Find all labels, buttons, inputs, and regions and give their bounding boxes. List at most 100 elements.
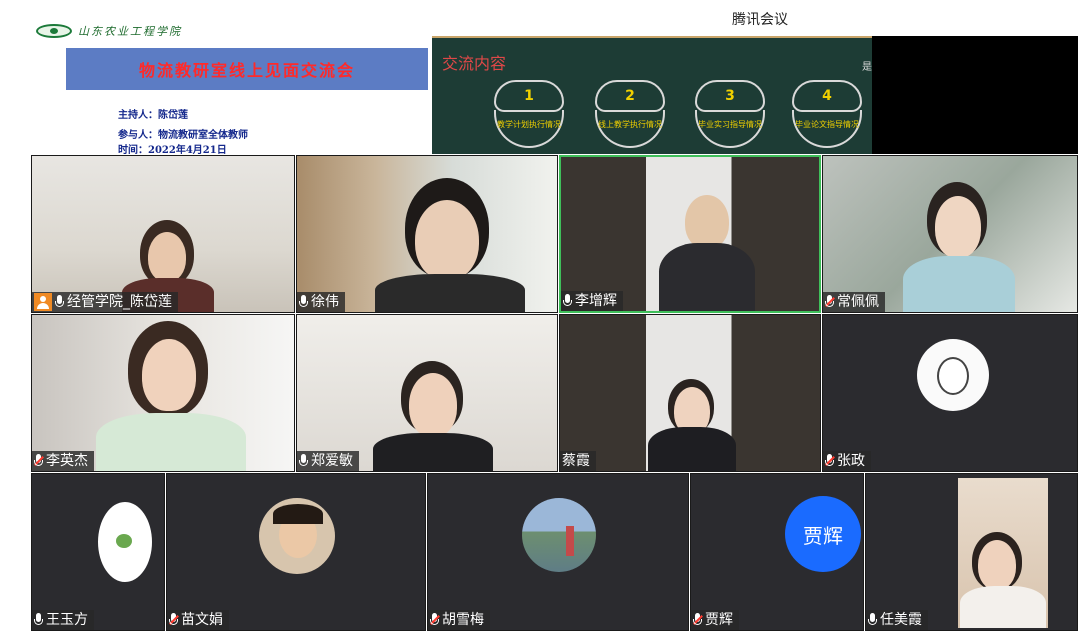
topic-number: 4 [792, 80, 862, 112]
participant-name-tag: 常佩佩 [823, 292, 885, 312]
participant-name-tag: 蔡霞 [560, 451, 596, 471]
participant-name-tag: 徐伟 [297, 292, 345, 312]
topic-number: 3 [695, 80, 765, 112]
participant-name-tag: 李英杰 [32, 451, 94, 471]
video-tile-no-camera[interactable]: 王玉方 [31, 473, 165, 631]
microphone-muted-icon [430, 613, 440, 627]
participant-name-tag: 王玉方 [32, 610, 94, 630]
topic-label: 线上教学执行情况 [595, 110, 665, 148]
video-tile-no-camera[interactable]: 苗文娟 [166, 473, 426, 631]
microphone-icon [299, 454, 308, 468]
topic-label: 毕业实习指导情况 [695, 110, 765, 148]
participant-name-tag: 郑爱敏 [297, 451, 359, 471]
microphone-muted-icon [825, 454, 835, 468]
host-icon [34, 293, 52, 311]
child-hair [273, 504, 323, 524]
agenda-topic: 1 教学计划执行情况 [494, 80, 564, 150]
participant-name-tag: 任美霞 [866, 610, 928, 630]
participant-name-tag: 胡雪梅 [428, 610, 490, 630]
microphone-icon [299, 295, 308, 309]
participant-avatar [522, 498, 596, 572]
video-tile-no-camera[interactable]: 张政 [822, 314, 1078, 472]
participant-name-tag: 李增辉 [561, 291, 623, 311]
participant-avatar [917, 339, 989, 411]
microphone-muted-icon [34, 454, 44, 468]
participants-line: 参与人：物流教研室全体教师 [118, 130, 248, 141]
school-logo-icon [36, 24, 72, 38]
video-tile[interactable]: 常佩佩 [822, 155, 1078, 313]
participant-name: 胡雪梅 [442, 612, 484, 628]
leaf-icon [116, 534, 132, 548]
video-tile-no-camera[interactable]: 贾辉 贾辉 [690, 473, 864, 631]
participant-name: 王玉方 [46, 612, 88, 628]
participant-face [685, 195, 729, 249]
topic-label: 毕业论文指导情况 [792, 110, 862, 148]
participant-face [978, 540, 1016, 590]
shared-slide-cover: 山东农业工程学院 物流教研室线上见面交流会 主持人：陈岱莲 参与人：物流教研室全… [30, 10, 430, 158]
microphone-muted-icon [693, 613, 703, 627]
participant-avatar [259, 498, 335, 574]
participant-name-tag: 张政 [823, 451, 871, 471]
agenda-topic: 4 毕业论文指导情况 [792, 80, 862, 150]
slide-banner-title: 物流教研室线上见面交流会 [138, 61, 355, 80]
slide-banner: 物流教研室线上见面交流会 [66, 48, 428, 90]
participant-face [935, 196, 981, 258]
participant-name: 常佩佩 [837, 294, 879, 310]
meeting-window: 腾讯会议 山东农业工程学院 物流教研室线上见面交流会 主持人：陈岱莲 参与人：物… [0, 0, 1078, 638]
participant-body [659, 243, 755, 311]
microphone-icon [868, 613, 877, 627]
participant-face [142, 339, 196, 411]
participant-name: 蔡霞 [562, 453, 590, 469]
host-line: 主持人：陈岱莲 [118, 110, 188, 121]
participant-name: 徐伟 [311, 294, 339, 310]
microphone-icon [55, 295, 64, 309]
video-tile[interactable]: 徐伟 [296, 155, 558, 313]
microphone-muted-icon [825, 295, 835, 309]
participant-body [375, 274, 525, 312]
microphone-icon [34, 613, 43, 627]
photo-figure [566, 526, 574, 556]
participant-body [373, 433, 493, 471]
cartoon-dog-icon [937, 357, 969, 395]
video-tile[interactable]: 经管学院_陈岱莲 [31, 155, 295, 313]
participant-name: 经管学院_陈岱莲 [67, 294, 172, 310]
agenda-edge-text: 是 [862, 62, 872, 73]
participant-face [409, 373, 457, 437]
video-tile[interactable]: 郑爱敏 [296, 314, 558, 472]
participant-video [958, 478, 1048, 628]
app-title: 腾讯会议 [732, 12, 788, 28]
participant-name-tag: 贾辉 [691, 610, 739, 630]
participant-body [96, 413, 246, 471]
microphone-icon [563, 294, 572, 308]
participant-name: 李英杰 [46, 453, 88, 469]
video-tile-no-camera[interactable]: 胡雪梅 [427, 473, 689, 631]
participant-face [148, 232, 186, 282]
topic-number: 1 [494, 80, 564, 112]
participant-avatar [98, 502, 152, 582]
video-tile[interactable]: 蔡霞 [559, 314, 821, 472]
video-tile-active-speaker[interactable]: 李增辉 [559, 155, 821, 313]
agenda-title: 交流内容 [442, 54, 507, 73]
video-tile[interactable]: 任美霞 [865, 473, 1078, 631]
agenda-topic: 2 线上教学执行情况 [595, 80, 665, 150]
participant-face [415, 200, 479, 280]
participant-name: 张政 [837, 453, 865, 469]
participant-name: 李增辉 [575, 293, 617, 309]
time-line: 时间：2022年4月21日 [118, 145, 227, 156]
participant-name: 苗文娟 [181, 612, 223, 628]
participant-name-tag: 经管学院_陈岱莲 [32, 292, 178, 312]
school-name: 山东农业工程学院 [78, 25, 182, 38]
agenda-topic: 3 毕业实习指导情况 [695, 80, 765, 150]
participant-text-avatar: 贾辉 [785, 496, 861, 572]
share-background [872, 36, 1078, 154]
topic-label: 教学计划执行情况 [494, 110, 564, 148]
participant-body [960, 586, 1046, 628]
participant-body [648, 427, 736, 471]
participant-name: 郑爱敏 [311, 453, 353, 469]
participant-name: 贾辉 [705, 612, 733, 628]
topic-number: 2 [595, 80, 665, 112]
participant-name-tag: 苗文娟 [167, 610, 229, 630]
video-tile[interactable]: 李英杰 [31, 314, 295, 472]
shared-slide-agenda: 交流内容 是 1 教学计划执行情况 2 线上教学执行情况 3 毕业实习指导情况 … [432, 36, 872, 154]
participant-body [903, 256, 1015, 312]
